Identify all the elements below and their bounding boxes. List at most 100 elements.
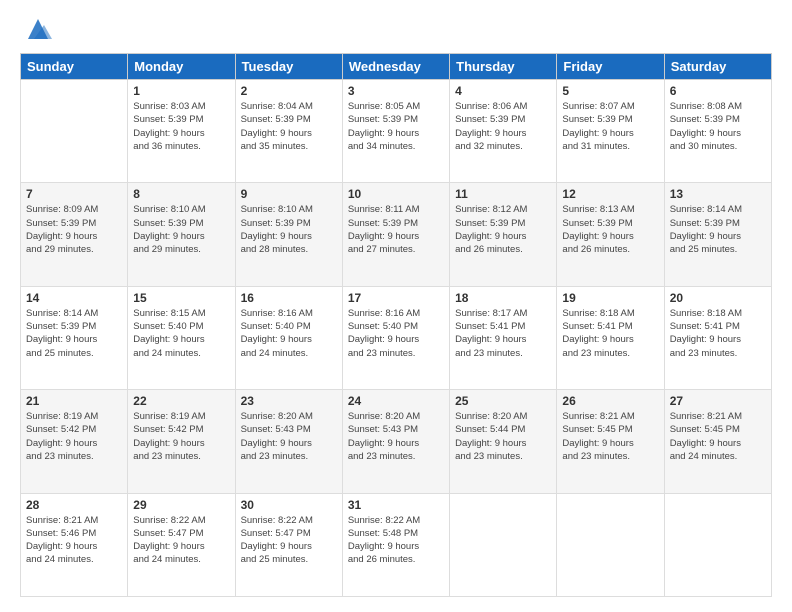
day-number: 14 [26, 291, 122, 305]
day-info: Sunrise: 8:22 AM Sunset: 5:48 PM Dayligh… [348, 514, 444, 567]
day-number: 12 [562, 187, 658, 201]
day-number: 24 [348, 394, 444, 408]
day-cell [21, 80, 128, 183]
day-cell: 28 Sunrise: 8:21 AM Sunset: 5:46 PM Dayli… [21, 493, 128, 596]
day-cell: 2Sunrise: 8:04 AM Sunset: 5:39 PM Daylig… [235, 80, 342, 183]
day-cell: 25 Sunrise: 8:20 AM Sunset: 5:44 PM Dayli… [450, 390, 557, 493]
day-info: Sunrise: 8:19 AM Sunset: 5:42 PM Dayligh… [133, 410, 229, 463]
day-cell: 6Sunrise: 8:08 AM Sunset: 5:39 PM Daylig… [664, 80, 771, 183]
day-number: 5 [562, 84, 658, 98]
day-cell: 17 Sunrise: 8:16 AM Sunset: 5:40 PM Dayli… [342, 286, 449, 389]
day-cell: 27 Sunrise: 8:21 AM Sunset: 5:45 PM Dayli… [664, 390, 771, 493]
day-number: 26 [562, 394, 658, 408]
day-info: Sunrise: 8:08 AM Sunset: 5:39 PM Dayligh… [670, 100, 766, 153]
calendar-table: SundayMondayTuesdayWednesdayThursdayFrid… [20, 53, 772, 597]
day-cell: 15 Sunrise: 8:15 AM Sunset: 5:40 PM Dayli… [128, 286, 235, 389]
day-info: Sunrise: 8:22 AM Sunset: 5:47 PM Dayligh… [133, 514, 229, 567]
day-cell: 5 Sunrise: 8:07 AM Sunset: 5:39 PM Daylig… [557, 80, 664, 183]
week-row-3: 14Sunrise: 8:14 AM Sunset: 5:39 PM Dayli… [21, 286, 772, 389]
header-cell-sunday: Sunday [21, 54, 128, 80]
day-cell: 29 Sunrise: 8:22 AM Sunset: 5:47 PM Dayli… [128, 493, 235, 596]
header-cell-monday: Monday [128, 54, 235, 80]
header-cell-thursday: Thursday [450, 54, 557, 80]
day-info: Sunrise: 8:10 AM Sunset: 5:39 PM Dayligh… [241, 203, 337, 256]
day-number: 21 [26, 394, 122, 408]
header-row: SundayMondayTuesdayWednesdayThursdayFrid… [21, 54, 772, 80]
day-number: 1 [133, 84, 229, 98]
day-number: 29 [133, 498, 229, 512]
day-number: 20 [670, 291, 766, 305]
day-info: Sunrise: 8:15 AM Sunset: 5:40 PM Dayligh… [133, 307, 229, 360]
day-info: Sunrise: 8:21 AM Sunset: 5:45 PM Dayligh… [670, 410, 766, 463]
day-info: Sunrise: 8:16 AM Sunset: 5:40 PM Dayligh… [241, 307, 337, 360]
logo-icon [24, 15, 52, 43]
day-info: Sunrise: 8:20 AM Sunset: 5:43 PM Dayligh… [241, 410, 337, 463]
calendar-body: 1 Sunrise: 8:03 AM Sunset: 5:39 PM Daylig… [21, 80, 772, 597]
day-number: 9 [241, 187, 337, 201]
day-info: Sunrise: 8:12 AM Sunset: 5:39 PM Dayligh… [455, 203, 551, 256]
day-number: 19 [562, 291, 658, 305]
day-cell [557, 493, 664, 596]
day-cell: 3Sunrise: 8:05 AM Sunset: 5:39 PM Daylig… [342, 80, 449, 183]
day-number: 18 [455, 291, 551, 305]
day-info: Sunrise: 8:14 AM Sunset: 5:39 PM Dayligh… [670, 203, 766, 256]
day-cell: 14Sunrise: 8:14 AM Sunset: 5:39 PM Dayli… [21, 286, 128, 389]
week-row-5: 28 Sunrise: 8:21 AM Sunset: 5:46 PM Dayli… [21, 493, 772, 596]
day-info: Sunrise: 8:21 AM Sunset: 5:46 PM Dayligh… [26, 514, 122, 567]
day-cell: 4 Sunrise: 8:06 AM Sunset: 5:39 PM Daylig… [450, 80, 557, 183]
day-info: Sunrise: 8:18 AM Sunset: 5:41 PM Dayligh… [670, 307, 766, 360]
day-number: 23 [241, 394, 337, 408]
day-cell: 9 Sunrise: 8:10 AM Sunset: 5:39 PM Daylig… [235, 183, 342, 286]
day-cell: 26Sunrise: 8:21 AM Sunset: 5:45 PM Dayli… [557, 390, 664, 493]
day-cell: 31 Sunrise: 8:22 AM Sunset: 5:48 PM Dayli… [342, 493, 449, 596]
day-cell: 16 Sunrise: 8:16 AM Sunset: 5:40 PM Dayli… [235, 286, 342, 389]
page: SundayMondayTuesdayWednesdayThursdayFrid… [0, 0, 792, 612]
day-info: Sunrise: 8:20 AM Sunset: 5:43 PM Dayligh… [348, 410, 444, 463]
day-info: Sunrise: 8:19 AM Sunset: 5:42 PM Dayligh… [26, 410, 122, 463]
calendar-header: SundayMondayTuesdayWednesdayThursdayFrid… [21, 54, 772, 80]
day-info: Sunrise: 8:10 AM Sunset: 5:39 PM Dayligh… [133, 203, 229, 256]
day-cell [664, 493, 771, 596]
day-cell: 12 Sunrise: 8:13 AM Sunset: 5:39 PM Dayli… [557, 183, 664, 286]
logo [20, 15, 52, 43]
day-info: Sunrise: 8:13 AM Sunset: 5:39 PM Dayligh… [562, 203, 658, 256]
day-cell: 19 Sunrise: 8:18 AM Sunset: 5:41 PM Dayli… [557, 286, 664, 389]
day-cell: 23 Sunrise: 8:20 AM Sunset: 5:43 PM Dayli… [235, 390, 342, 493]
day-info: Sunrise: 8:07 AM Sunset: 5:39 PM Dayligh… [562, 100, 658, 153]
day-cell: 8Sunrise: 8:10 AM Sunset: 5:39 PM Daylig… [128, 183, 235, 286]
day-number: 10 [348, 187, 444, 201]
day-cell: 18Sunrise: 8:17 AM Sunset: 5:41 PM Dayli… [450, 286, 557, 389]
day-cell [450, 493, 557, 596]
day-info: Sunrise: 8:20 AM Sunset: 5:44 PM Dayligh… [455, 410, 551, 463]
header-cell-friday: Friday [557, 54, 664, 80]
day-info: Sunrise: 8:05 AM Sunset: 5:39 PM Dayligh… [348, 100, 444, 153]
week-row-1: 1 Sunrise: 8:03 AM Sunset: 5:39 PM Daylig… [21, 80, 772, 183]
header [20, 15, 772, 43]
day-info: Sunrise: 8:16 AM Sunset: 5:40 PM Dayligh… [348, 307, 444, 360]
week-row-4: 21 Sunrise: 8:19 AM Sunset: 5:42 PM Dayli… [21, 390, 772, 493]
day-cell: 20 Sunrise: 8:18 AM Sunset: 5:41 PM Dayli… [664, 286, 771, 389]
day-number: 28 [26, 498, 122, 512]
day-info: Sunrise: 8:11 AM Sunset: 5:39 PM Dayligh… [348, 203, 444, 256]
day-number: 11 [455, 187, 551, 201]
day-number: 13 [670, 187, 766, 201]
day-info: Sunrise: 8:04 AM Sunset: 5:39 PM Dayligh… [241, 100, 337, 153]
day-number: 27 [670, 394, 766, 408]
day-number: 25 [455, 394, 551, 408]
day-number: 30 [241, 498, 337, 512]
day-cell: 7 Sunrise: 8:09 AM Sunset: 5:39 PM Daylig… [21, 183, 128, 286]
day-info: Sunrise: 8:03 AM Sunset: 5:39 PM Dayligh… [133, 100, 229, 153]
day-number: 15 [133, 291, 229, 305]
day-number: 16 [241, 291, 337, 305]
day-info: Sunrise: 8:06 AM Sunset: 5:39 PM Dayligh… [455, 100, 551, 153]
day-number: 7 [26, 187, 122, 201]
day-number: 31 [348, 498, 444, 512]
day-cell: 21 Sunrise: 8:19 AM Sunset: 5:42 PM Dayli… [21, 390, 128, 493]
header-cell-tuesday: Tuesday [235, 54, 342, 80]
day-cell: 13 Sunrise: 8:14 AM Sunset: 5:39 PM Dayli… [664, 183, 771, 286]
day-number: 17 [348, 291, 444, 305]
day-number: 4 [455, 84, 551, 98]
day-info: Sunrise: 8:22 AM Sunset: 5:47 PM Dayligh… [241, 514, 337, 567]
day-info: Sunrise: 8:18 AM Sunset: 5:41 PM Dayligh… [562, 307, 658, 360]
day-info: Sunrise: 8:09 AM Sunset: 5:39 PM Dayligh… [26, 203, 122, 256]
